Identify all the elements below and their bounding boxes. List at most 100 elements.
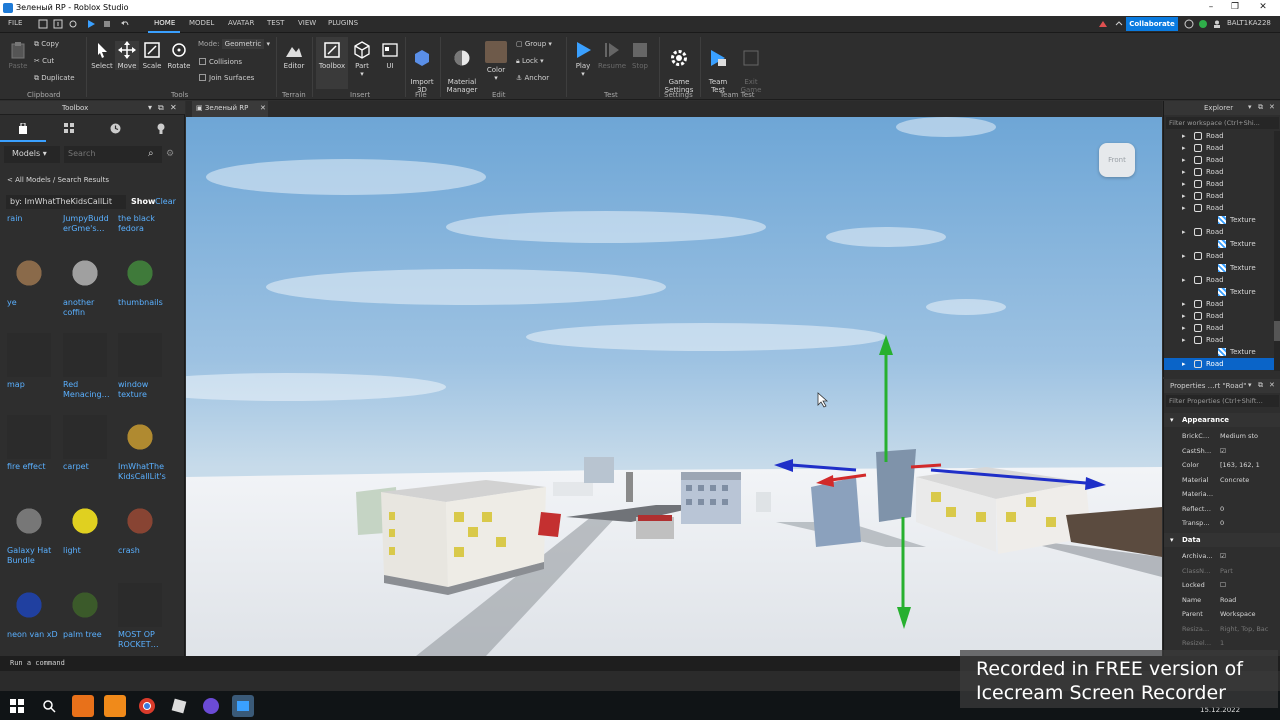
explorer-filter-input[interactable]: Filter workspace (Ctrl+Shi...: [1166, 117, 1279, 129]
explorer-item[interactable]: ▸ Road: [1164, 130, 1274, 142]
category-appearance[interactable]: ▾ Appearance: [1164, 413, 1280, 427]
stop-button[interactable]: Stop: [628, 41, 652, 70]
cut-button[interactable]: ✂ Cut: [34, 57, 54, 65]
app-icon[interactable]: [72, 695, 94, 717]
roblox-icon[interactable]: [168, 695, 190, 717]
explorer-item[interactable]: ▸ Road: [1164, 154, 1274, 166]
asset-item[interactable]: rain: [7, 214, 61, 224]
select-button[interactable]: Select: [90, 41, 114, 70]
undock-icon[interactable]: ⧉: [1258, 381, 1263, 390]
expand-arrow-icon[interactable]: ▸: [1182, 360, 1186, 368]
collisions-toggle[interactable]: Collisions: [199, 58, 242, 66]
maximize-icon[interactable]: ❐: [1228, 2, 1242, 14]
search-icon[interactable]: [38, 695, 60, 717]
category-data[interactable]: ▾ Data: [1164, 533, 1280, 547]
expand-icon[interactable]: [1114, 19, 1124, 29]
filter-icon[interactable]: ⚙: [166, 149, 174, 159]
menu-file[interactable]: FILE: [8, 19, 22, 27]
help-icon[interactable]: [1184, 19, 1194, 29]
explorer-item[interactable]: ▸ Road: [1164, 310, 1274, 322]
property-row[interactable]: BrickC… Medium sto: [1164, 429, 1280, 443]
explorer-item[interactable]: ▸ Road: [1164, 358, 1274, 370]
new-tab-icon[interactable]: [53, 19, 63, 29]
explorer-item[interactable]: ▸ Road: [1164, 142, 1274, 154]
expand-arrow-icon[interactable]: ▸: [1182, 180, 1186, 188]
expand-arrow-icon[interactable]: ▸: [1182, 204, 1186, 212]
asset-item[interactable]: the black fedora: [118, 214, 172, 234]
username[interactable]: BALT1KA228: [1227, 19, 1271, 27]
rotate-button[interactable]: Rotate: [166, 41, 192, 70]
lock-button[interactable]: 🔒︎ Lock ▾: [516, 57, 544, 66]
expand-arrow-icon[interactable]: ▸: [1182, 276, 1186, 284]
expand-arrow-icon[interactable]: ▸: [1182, 312, 1186, 320]
breadcrumb[interactable]: < All Models / Search Results: [7, 176, 109, 184]
asset-item[interactable]: ImWhatThe KidsCallLit's: [118, 415, 172, 482]
scale-button[interactable]: Scale: [140, 41, 164, 70]
view-cube[interactable]: Front: [1099, 143, 1135, 177]
app-icon[interactable]: [200, 695, 222, 717]
explorer-item[interactable]: Texture: [1164, 214, 1274, 226]
property-value[interactable]: 0: [1220, 519, 1224, 527]
roblox-studio-taskbar-icon[interactable]: [232, 695, 254, 717]
exit-game-button[interactable]: Exit Game: [736, 41, 766, 94]
property-row[interactable]: Color [163, 162, 1: [1164, 458, 1280, 472]
expand-arrow-icon[interactable]: ▸: [1182, 192, 1186, 200]
menu-home[interactable]: HOME: [154, 19, 175, 27]
scrollbar-thumb[interactable]: [1274, 321, 1280, 341]
settings-small-icon[interactable]: [68, 19, 78, 29]
explorer-item[interactable]: ▸ Road: [1164, 226, 1274, 238]
chrome-icon[interactable]: [136, 695, 158, 717]
property-row[interactable]: Reflect… 0: [1164, 502, 1280, 516]
tab-inventory[interactable]: [0, 116, 46, 142]
paste-button[interactable]: Paste: [6, 41, 30, 70]
windows-start-icon[interactable]: [6, 695, 28, 717]
category-dropdown[interactable]: Models ▾: [4, 146, 60, 163]
team-test-button[interactable]: Team Test: [704, 41, 732, 94]
search-icon[interactable]: ⌕: [148, 148, 154, 159]
asset-item[interactable]: window texture: [118, 333, 172, 400]
close-tab-icon[interactable]: ✕: [260, 104, 266, 112]
duplicate-button[interactable]: ⧉ Duplicate: [34, 74, 75, 83]
resume-button[interactable]: Resume: [598, 41, 626, 70]
asset-item[interactable]: map: [7, 333, 61, 390]
explorer-item[interactable]: Texture: [1164, 238, 1274, 250]
property-value[interactable]: Medium sto: [1220, 432, 1258, 440]
asset-item[interactable]: fire effect: [7, 415, 61, 472]
explorer-item[interactable]: Texture: [1164, 262, 1274, 274]
menu-model[interactable]: MODEL: [189, 19, 214, 27]
play-button[interactable]: Play ▾: [570, 41, 596, 78]
alert-icon[interactable]: [1098, 19, 1108, 29]
property-row[interactable]: Parent Workspace: [1164, 607, 1280, 621]
menu-view[interactable]: VIEW: [298, 19, 316, 27]
expand-arrow-icon[interactable]: ▸: [1182, 156, 1186, 164]
panel-menu-icon[interactable]: ▾: [1248, 103, 1252, 111]
asset-item[interactable]: palm tree: [63, 583, 117, 640]
search-box[interactable]: ⌕: [64, 146, 162, 163]
close-icon[interactable]: ✕: [1269, 381, 1275, 389]
property-value[interactable]: ☑: [1220, 447, 1226, 455]
explorer-item[interactable]: ▸ Road: [1164, 322, 1274, 334]
tab-marketplace[interactable]: [46, 116, 92, 142]
share-icon[interactable]: [1198, 19, 1208, 29]
asset-item[interactable]: light: [63, 499, 117, 556]
explorer-item[interactable]: Texture: [1164, 286, 1274, 298]
close-icon[interactable]: ✕: [1256, 2, 1270, 14]
game-settings-button[interactable]: Game Settings: [662, 41, 696, 94]
explorer-scrollbar[interactable]: [1274, 131, 1280, 371]
undock-icon[interactable]: ⧉: [158, 103, 164, 113]
explorer-item[interactable]: ▸ Road: [1164, 202, 1274, 214]
tab-creations[interactable]: [138, 116, 184, 142]
3d-viewport[interactable]: Front: [186, 117, 1162, 656]
property-row[interactable]: ClassN… Part: [1164, 564, 1280, 578]
explorer-item[interactable]: ▸ Road: [1164, 274, 1274, 286]
asset-item[interactable]: thumbnails: [118, 251, 172, 308]
explorer-item[interactable]: ▸ Road: [1164, 166, 1274, 178]
property-row[interactable]: CastSh… ☑: [1164, 444, 1280, 458]
properties-filter-input[interactable]: Filter Properties (Ctrl+Shift…: [1166, 395, 1279, 407]
explorer-item[interactable]: ▸ Road: [1164, 334, 1274, 346]
property-row[interactable]: Archiva… ☑: [1164, 549, 1280, 563]
material-manager-button[interactable]: Material Manager: [444, 41, 480, 94]
undock-icon[interactable]: ⧉: [1258, 103, 1263, 112]
tab-place[interactable]: ▣ Зеленый RP ✕: [192, 101, 268, 117]
copy-button[interactable]: ⧉ Copy: [34, 40, 59, 49]
